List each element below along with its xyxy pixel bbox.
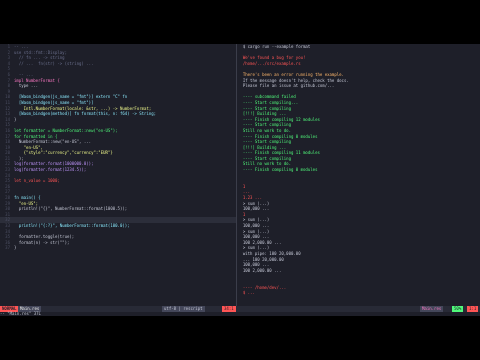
terminal-window: 1 -- ... 2 use std::fmt::Display; 3 // fn ..…: [0, 44, 480, 316]
code-text: println!("{:?}", NumberFormat::format(10…: [14, 223, 130, 228]
command-line-text: -- "Main.res" 37L: [0, 311, 41, 316]
code-text: let formatter = NumberFormat::new("en-US…: [14, 127, 118, 133]
code-text: -- ...: [14, 71, 34, 77]
code-text: // fn ... -> string: [14, 55, 65, 61]
code-text: format(n) -> str("");: [14, 239, 70, 245]
code-text: [Wasm_bindgen(method)] fn format(this, n…: [14, 111, 157, 117]
terminal-text: /home/.../src/example.rs: [238, 60, 301, 66]
terminal-text: If the message doesn't help, check the d…: [238, 77, 349, 83]
terminal-text: ---- subcommand failed: [238, 94, 296, 100]
code-text: Intl.NumberFormat(locale: &str, ...) -> …: [14, 105, 152, 111]
command-line[interactable]: -- "Main.res" 37L: [0, 312, 480, 316]
terminal-text: ---- Start compiling...: [238, 99, 299, 105]
terminal-text: 1.23 ...: [238, 195, 263, 201]
terminal-text: > sum (...): [238, 228, 270, 234]
terminal-text: 1: [238, 183, 246, 189]
line-number: 37: [5, 245, 10, 251]
terminal-text: 100 2,000.00 ...: [238, 267, 282, 273]
terminal-text: ---- Finish compiling 12 modules: [238, 116, 320, 122]
code-text: );: [14, 155, 24, 161]
terminal-text: [!!!] Building ...: [238, 111, 287, 117]
terminal-text: > sum (...): [238, 217, 270, 223]
pane-divider[interactable]: [236, 44, 237, 306]
code-text: for formatted in {: [14, 133, 58, 139]
code-text: }: [14, 116, 17, 122]
code-text: fn main() {: [14, 195, 41, 201]
terminal-text: ---- Start compiling: [238, 105, 291, 111]
code-text: impl NumberFormat {: [14, 77, 60, 83]
terminal-text: ---- Start compiling: [238, 139, 291, 145]
terminal-text: There's been an error running the exampl…: [238, 71, 344, 77]
terminal-text: Still no work to do.: [238, 127, 291, 133]
terminal-text: ---- Start compiling: [238, 122, 291, 128]
terminal-text: with pipe: 100 20,000.00: [238, 250, 301, 256]
editor-pane-left[interactable]: 1 -- ... 2 use std::fmt::Display; 3 // fn ..…: [0, 44, 236, 306]
code-text: -- ...: [14, 44, 29, 49]
terminal-text: 1: [238, 211, 246, 217]
terminal-text: 100,000 ...: [238, 223, 270, 228]
code-text: // ... fn(str) -> (string) ...: [14, 60, 94, 66]
terminal-line: $ ...: [238, 290, 480, 296]
code-text: use std::fmt::Display;: [14, 49, 67, 55]
code-text: log(formatter.format(1234.5));: [14, 167, 87, 173]
terminal-text: > sum (...): [238, 200, 270, 206]
terminal-text: > sum (...): [238, 245, 270, 251]
terminal-text: ---- Finish compiling 11 modules: [238, 150, 320, 156]
code-text: [Wasm_bindgen(js_name = "fmt")]: [14, 99, 94, 105]
terminal-text: ---- Finish compiling 0 modules: [238, 133, 318, 139]
terminal-text: ...: [238, 189, 251, 195]
terminal-text: 100,000 ...: [238, 262, 270, 268]
terminal-text: Please file an issue at github.com/...: [238, 83, 335, 89]
terminal-text: We've found a bug for you!: [238, 55, 306, 61]
terminal-text: 100,000 ...: [238, 234, 270, 240]
code-text: }: [14, 245, 17, 251]
code-text: let n_value = 1000;: [14, 178, 60, 184]
terminal-text: 100,000 ...: [238, 206, 270, 212]
code-line[interactable]: 37}: [0, 245, 236, 251]
terminal-text: [!!!] Building ...: [238, 144, 287, 150]
terminal-text: Still no work to do.: [238, 161, 291, 167]
code-text: formatter.toggle(true);: [14, 234, 75, 240]
terminal-text: ---- Finish compiling 0 modules: [238, 167, 318, 173]
terminal-text: $ ...: [238, 290, 255, 296]
code-text: type ...: [14, 83, 39, 89]
code-text: println!("{}", NumberFormat::format(1000…: [14, 206, 128, 212]
code-text: log(formatter.format(1000000.0));: [14, 161, 94, 167]
top-bar: [0, 0, 480, 6]
terminal-text: ... 100 20,000.00: [238, 256, 284, 262]
code-text: "en-US";: [14, 200, 39, 206]
code-text: [Wasm_bindgen(js_name = "fmt")] extern "…: [14, 94, 128, 100]
code-text: NumberFormat::new("en-US", ...: [14, 139, 92, 145]
code-text: "en-US",: [14, 144, 43, 150]
terminal-text: $ cargo run --example format: [238, 44, 311, 49]
terminal-text: ---- /home/dev/...: [238, 284, 287, 290]
code-text: {"style":"currency","currency":"EUR"}: [14, 150, 113, 156]
terminal-pane-right[interactable]: $ cargo run --example format We've found…: [238, 44, 480, 306]
terminal-text: ---- Start compiling: [238, 155, 291, 161]
terminal-text: 100 2,000.00 ...: [238, 239, 282, 245]
